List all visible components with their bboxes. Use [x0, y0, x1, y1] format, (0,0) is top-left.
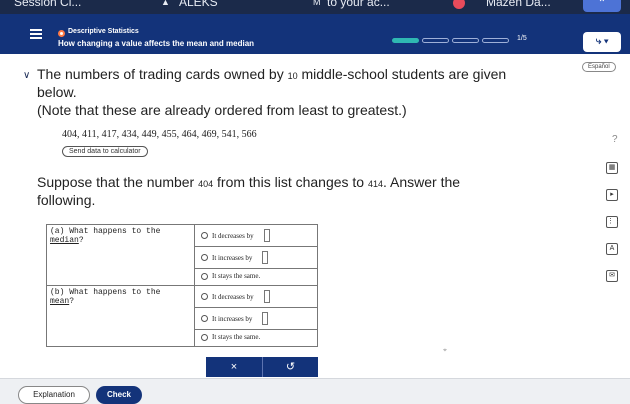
explanation-button[interactable]: Explanation [18, 386, 90, 404]
video-icon[interactable]: ▸ [606, 189, 618, 201]
part-b-label: (b) What happens to the mean? [46, 285, 195, 347]
part-b-text: (b) What happens to the [50, 288, 161, 297]
progress-segment [482, 38, 509, 43]
option-label: It stays the same. [212, 333, 261, 341]
question-text: The numbers of trading cards owned by [37, 66, 288, 82]
message-icon[interactable]: ✉ [606, 270, 618, 282]
progress-count: 1/5 [517, 35, 527, 42]
option-row: It increases by [194, 307, 318, 330]
question-line-2: below. [37, 84, 77, 100]
option-label: It decreases by [212, 292, 254, 301]
browser-tab[interactable]: to your ac... [327, 0, 390, 9]
textbook-icon[interactable]: A [606, 243, 618, 255]
browser-tab-strip: Session Cl... ▲ ALEKS M to your ac... Ma… [0, 0, 630, 14]
instagram-icon [453, 0, 465, 9]
progress-bar [392, 38, 509, 43]
part-a-text: (a) What happens to the [50, 227, 161, 236]
question-text: Suppose that the number [37, 174, 199, 190]
radio-mean-increase[interactable] [201, 315, 208, 322]
median-decrease-input[interactable] [263, 229, 270, 242]
option-row: It increases by [194, 246, 318, 269]
question-line-1: The numbers of trading cards owned by 10… [37, 66, 506, 82]
answer-table: (a) What happens to the median? It decre… [46, 224, 318, 347]
lesson-title: How changing a value affects the mean an… [58, 39, 255, 48]
cursor-icon: ⌖ [443, 347, 447, 354]
radio-median-decrease[interactable] [201, 232, 208, 239]
change-line-2: following. [37, 192, 96, 208]
footer-bar [0, 378, 630, 404]
tools-dropdown-button[interactable]: ⤷ ▾ [583, 32, 621, 52]
topic-label: Descriptive Statistics [68, 28, 139, 35]
progress-segment [392, 38, 419, 43]
median-increase-input[interactable] [262, 251, 269, 264]
radio-mean-decrease[interactable] [201, 293, 208, 300]
mean-decrease-input[interactable] [263, 290, 270, 303]
question-text: middle-school students are given [297, 66, 507, 82]
student-count: 10 [287, 71, 298, 81]
option-row: It stays the same. [194, 268, 318, 286]
option-row: It decreases by [194, 285, 318, 308]
option-row: It decreases by [194, 224, 318, 247]
language-button[interactable]: Español [582, 62, 616, 72]
change-line-1: Suppose that the number 404 from this li… [37, 174, 460, 190]
gmail-icon: M [313, 0, 321, 7]
browser-tab[interactable]: ALEKS [179, 0, 218, 9]
lesson-header: Descriptive Statistics How changing a va… [0, 14, 630, 54]
progress-segment [452, 38, 479, 43]
radio-mean-same[interactable] [201, 333, 208, 341]
clear-button[interactable]: × [206, 357, 262, 377]
question-text: . Answer the [383, 174, 461, 190]
help-icon[interactable]: ? [612, 134, 618, 145]
median-link[interactable]: median [50, 236, 79, 245]
option-label: It increases by [212, 253, 253, 262]
question-mark: ? [69, 297, 75, 306]
mean-increase-input[interactable] [262, 312, 269, 325]
original-value: 404 [198, 179, 214, 189]
check-button[interactable]: Check [96, 386, 142, 404]
topic-status-icon [58, 30, 65, 37]
data-list: 404, 411, 417, 434, 449, 455, 464, 469, … [62, 129, 257, 140]
side-toolbar: ▦ ▸ ⋮⋮ A ✉ [606, 162, 621, 297]
radio-median-increase[interactable] [201, 254, 208, 261]
browser-tab[interactable]: Session Cl... [14, 0, 81, 9]
question-note: (Note that these are already ordered fro… [37, 102, 407, 118]
progress-segment [422, 38, 449, 43]
send-to-calculator-button[interactable]: Send data to calculator [62, 146, 148, 157]
chevron-up-icon[interactable]: ⌃ [583, 0, 621, 12]
new-value: 414 [367, 179, 384, 189]
menu-icon[interactable] [30, 29, 42, 39]
question-mark: ? [78, 236, 84, 245]
calculator-icon[interactable]: ▦ [606, 162, 618, 174]
question-text: from this list changes to [213, 174, 368, 190]
option-label: It increases by [212, 314, 253, 323]
browser-tab[interactable]: Mazen Da... [486, 0, 551, 9]
part-a-label: (a) What happens to the median? [46, 224, 195, 286]
option-label: It stays the same. [212, 272, 261, 280]
radio-median-same[interactable] [201, 272, 208, 280]
undo-button[interactable]: ↺ [262, 357, 318, 377]
chevron-down-icon[interactable]: ∨ [23, 70, 30, 81]
mean-link[interactable]: mean [50, 297, 69, 306]
keypad-icon[interactable]: ⋮⋮ [606, 216, 621, 228]
chevron-up-icon: ▲ [161, 0, 170, 7]
option-row: It stays the same. [194, 329, 318, 347]
option-label: It decreases by [212, 231, 254, 240]
